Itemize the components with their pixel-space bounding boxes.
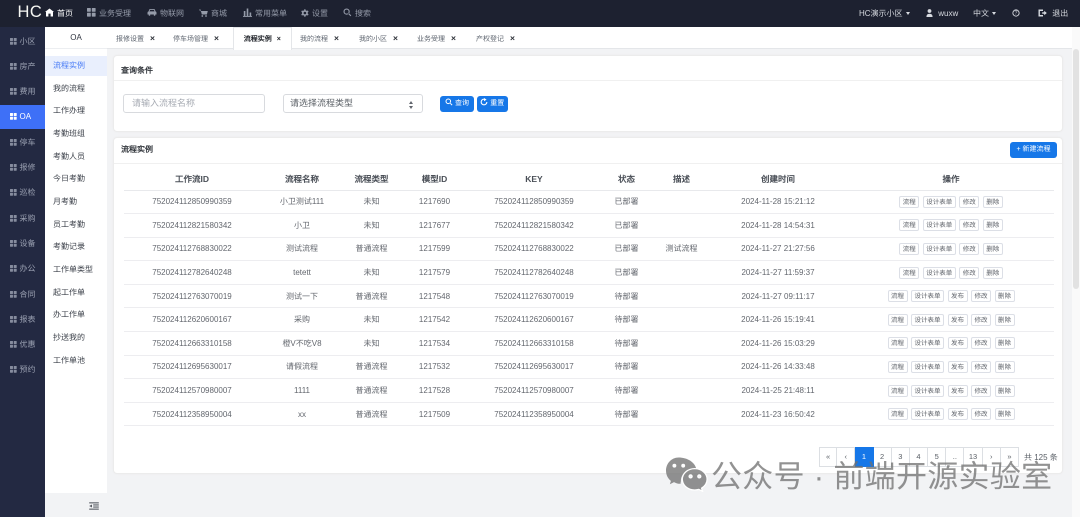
- svg-text:?: ?: [1015, 11, 1018, 17]
